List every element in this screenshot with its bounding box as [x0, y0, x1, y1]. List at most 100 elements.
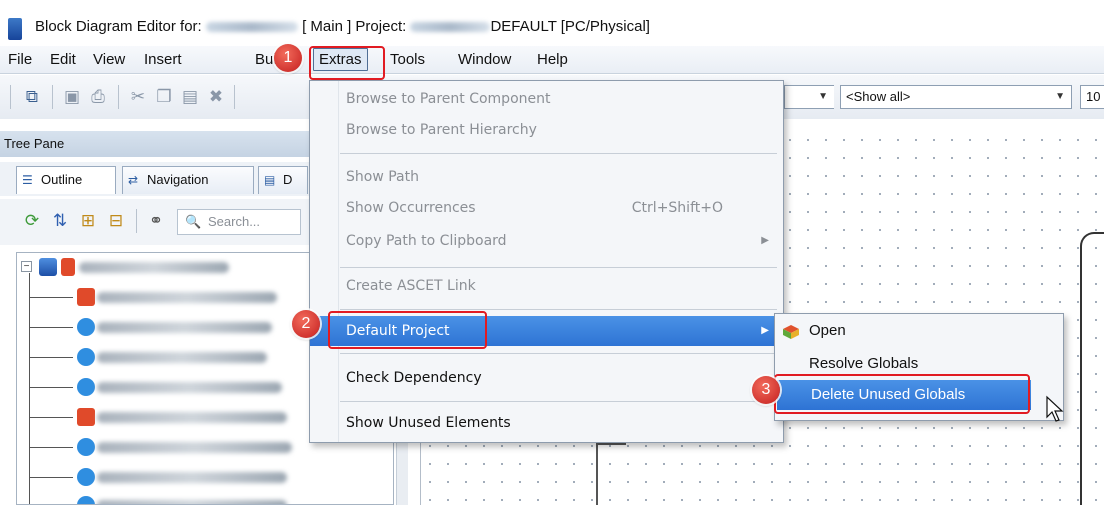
redacted-title-segment [205, 22, 298, 33]
title-suffix: DEFAULT [PC/Physical] [490, 18, 650, 35]
block-diagram-editor-window: Block Diagram Editor for: [ Main ] Proje… [0, 0, 1104, 505]
print-icon[interactable]: ⎙ [88, 87, 108, 107]
collapse-all-icon[interactable]: ⊟ [106, 211, 126, 231]
menu-separator [340, 267, 777, 268]
menu-item-copy-path-label: Copy Path to Clipboard [346, 233, 507, 249]
extras-menu: Browse to Parent Component Browse to Par… [309, 80, 784, 443]
component-icon [77, 408, 95, 426]
menu-insert[interactable]: Insert [144, 51, 182, 68]
delete-icon[interactable]: ✖ [206, 87, 226, 107]
shortcut-label: Ctrl+Shift+O [631, 200, 723, 216]
component-icon [61, 258, 75, 276]
callout-step-2: 2 [292, 310, 320, 338]
menu-separator [340, 401, 777, 402]
redacted-tree-label [97, 500, 287, 504]
redacted-tree-label [97, 442, 292, 453]
menu-bar: File Edit View Insert Build Extras Tools… [0, 46, 1104, 74]
link-icon[interactable]: ⚭ [146, 211, 166, 231]
title-prefix: Block Diagram Editor for: [35, 18, 202, 35]
menu-item-show-unused-elements[interactable]: Show Unused Elements [310, 409, 783, 437]
component-icon [39, 258, 57, 276]
menu-separator [340, 153, 777, 154]
diagram-block-outline[interactable] [1080, 232, 1104, 505]
title-bar: Block Diagram Editor for: [ Main ] Proje… [0, 0, 1104, 44]
menu-item-show-path[interactable]: Show Path [310, 163, 783, 191]
submenu-item-open-label: Open [809, 322, 846, 339]
submenu-arrow-icon: ▶ [761, 235, 769, 246]
menu-separator [340, 353, 777, 354]
tab-navigation-label: Navigation [147, 172, 209, 187]
menu-file[interactable]: File [8, 51, 32, 68]
menu-tools[interactable]: Tools [390, 51, 425, 68]
redacted-tree-label [97, 322, 272, 333]
outline-icon: ☰ [22, 173, 33, 187]
component-icon [77, 348, 95, 366]
tree-connector [29, 327, 73, 328]
submenu-arrow-icon: ▶ [761, 325, 769, 336]
menu-item-show-occurrences-label: Show Occurrences [346, 200, 476, 216]
highlight-box-delete-unused-globals [774, 374, 1030, 414]
component-icon [77, 438, 95, 456]
component-icon [77, 378, 95, 396]
expand-all-icon[interactable]: ⊞ [78, 211, 98, 231]
tree-item[interactable] [17, 463, 393, 493]
search-icon: 🔍 [185, 214, 202, 229]
menu-item-copy-path[interactable]: Copy Path to Clipboard ▶ [310, 227, 783, 255]
menu-item-show-occurrences[interactable]: Show Occurrences Ctrl+Shift+O [310, 194, 783, 222]
tree-connector [29, 387, 73, 388]
copy-icon[interactable]: ❐ [154, 87, 174, 107]
component-icon [77, 288, 95, 306]
redacted-tree-label [97, 382, 282, 393]
window-title: Block Diagram Editor for: [ Main ] Proje… [35, 18, 650, 35]
tree-search-input[interactable]: 🔍 Search... [177, 209, 301, 235]
toolbar-separator [52, 85, 53, 109]
tab-outline-label: Outline [41, 172, 83, 187]
mouse-cursor-icon [1046, 395, 1064, 422]
chevron-down-icon: ▼ [818, 91, 828, 102]
filter-combo[interactable]: <Show all> ▼ [840, 85, 1072, 109]
menu-item-browse-parent-component[interactable]: Browse to Parent Component [310, 85, 783, 113]
zoom-combo[interactable]: 10 [1080, 85, 1104, 109]
save-icon[interactable]: ▣ [62, 87, 82, 107]
redacted-project-name [410, 22, 491, 33]
highlight-box-extras [309, 46, 385, 80]
toolbar-separator [136, 209, 137, 233]
menu-window[interactable]: Window [458, 51, 511, 68]
tree-search-placeholder: Search... [208, 214, 261, 229]
toolbar-separator [10, 85, 11, 109]
redacted-tree-label [97, 412, 287, 423]
component-combo[interactable]: ▼ [784, 85, 834, 109]
tab-d[interactable]: ▤ D [258, 166, 308, 194]
component-icon [77, 468, 95, 486]
menu-item-browse-parent-hierarchy[interactable]: Browse to Parent Hierarchy [310, 116, 783, 144]
redacted-tree-label [79, 262, 229, 273]
redacted-tree-label [97, 472, 287, 483]
tab-navigation[interactable]: ⇄ Navigation [122, 166, 254, 194]
callout-step-3: 3 [752, 376, 780, 404]
menu-view[interactable]: View [93, 51, 125, 68]
zoom-value: 10 [1086, 89, 1101, 104]
menu-help[interactable]: Help [537, 51, 568, 68]
navigation-icon: ⇄ [128, 173, 139, 187]
sort-icon[interactable]: ⇅ [50, 211, 70, 231]
toolbar-separator [234, 85, 235, 109]
tree-item[interactable] [17, 491, 393, 504]
chevron-down-icon: ▼ [1055, 91, 1065, 102]
tab-outline[interactable]: ☰ Outline [16, 166, 116, 194]
menu-item-check-dependency[interactable]: Check Dependency [310, 364, 783, 392]
paste-icon[interactable]: ▤ [180, 87, 200, 107]
tree-connector [29, 297, 73, 298]
database-icon: ▤ [264, 173, 276, 187]
diagram-icon[interactable]: ⧉ [22, 87, 42, 107]
diagram-connection-line [596, 443, 626, 445]
open-icon [783, 325, 799, 339]
cut-icon[interactable]: ✂ [128, 87, 148, 107]
filter-combo-value: <Show all> [846, 89, 911, 104]
diagram-connection-line [596, 443, 598, 505]
menu-edit[interactable]: Edit [50, 51, 76, 68]
refresh-icon[interactable]: ⟳ [22, 211, 42, 231]
submenu-item-open[interactable]: Open [775, 316, 1063, 346]
menu-item-create-ascet-link[interactable]: Create ASCET Link [310, 272, 783, 300]
callout-step-1: 1 [274, 44, 302, 72]
highlight-box-default-project [328, 311, 487, 349]
